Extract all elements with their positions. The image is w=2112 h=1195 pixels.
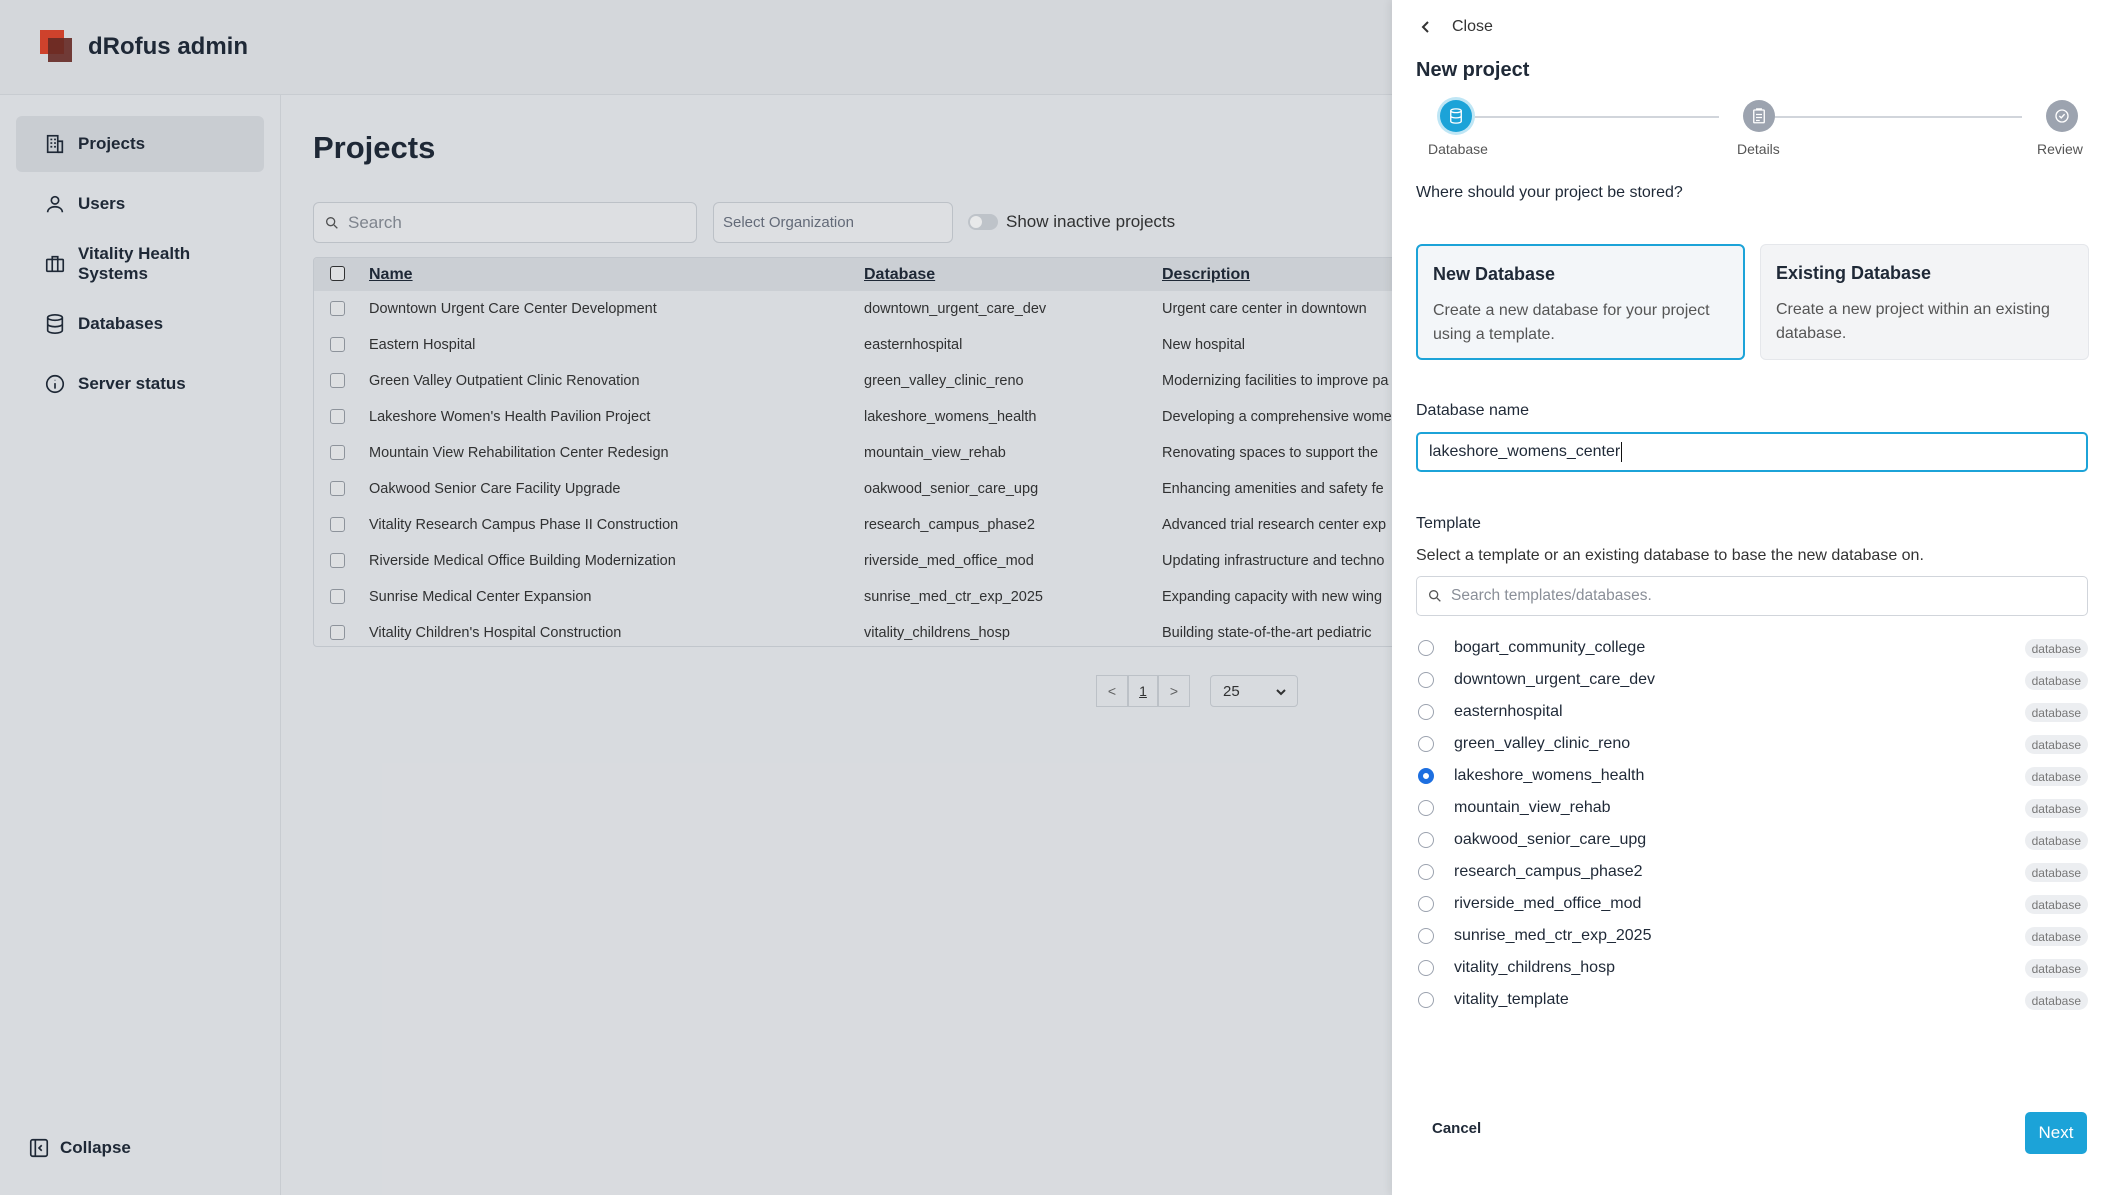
template-name: bogart_community_college [1454, 639, 1646, 656]
template-type-badge: database [2024, 959, 2088, 978]
template-name: riverside_med_office_mod [1454, 895, 1642, 912]
template-option[interactable]: research_campus_phase2 database [1416, 856, 2088, 888]
close-button[interactable]: Close [1418, 18, 1493, 36]
template-type-badge: database [2024, 671, 2088, 690]
template-radio[interactable] [1418, 640, 1434, 656]
template-type-badge: database [2024, 863, 2088, 882]
template-search-input[interactable] [1451, 587, 2051, 605]
step-details [1743, 100, 1775, 132]
template-name: vitality_childrens_hosp [1454, 959, 1615, 976]
clipboard-icon [1753, 108, 1765, 124]
template-type-badge: database [2024, 895, 2088, 914]
template-radio[interactable] [1418, 736, 1434, 752]
next-button[interactable]: Next [2025, 1112, 2087, 1154]
template-type-badge: database [2024, 991, 2088, 1010]
option-description: Create a new project within an existing … [1776, 301, 2050, 342]
new-database-option[interactable]: New Database Create a new database for y… [1416, 244, 1745, 360]
template-radio[interactable] [1418, 704, 1434, 720]
template-list: bogart_community_college database downtown… [1416, 632, 2088, 1016]
template-radio[interactable] [1418, 992, 1434, 1008]
database-name-value: lakeshore_womens_center [1429, 443, 1621, 460]
template-option[interactable]: downtown_urgent_care_dev database [1416, 664, 2088, 696]
template-name: easternhospital [1454, 703, 1563, 720]
existing-database-option[interactable]: Existing Database Create a new project w… [1760, 244, 2089, 360]
database-name-input[interactable]: lakeshore_womens_center [1416, 432, 2088, 472]
template-option[interactable]: easternhospital database [1416, 696, 2088, 728]
template-option[interactable]: bogart_community_college database [1416, 632, 2088, 664]
template-type-badge: database [2024, 767, 2088, 786]
template-search-box[interactable] [1416, 576, 2088, 616]
template-radio[interactable] [1418, 800, 1434, 816]
template-type-badge: database [2024, 703, 2088, 722]
step-label: Details [1737, 141, 1780, 157]
template-option[interactable]: sunrise_med_ctr_exp_2025 database [1416, 920, 2088, 952]
template-option[interactable]: oakwood_senior_care_upg database [1416, 824, 2088, 856]
template-option[interactable]: lakeshore_womens_health database [1416, 760, 2088, 792]
template-help-text: Select a template or an existing databas… [1416, 547, 1924, 564]
option-title: New Database [1433, 264, 1556, 284]
template-name: green_valley_clinic_reno [1454, 735, 1631, 752]
template-type-badge: database [2024, 831, 2088, 850]
step-database [1440, 100, 1472, 132]
template-label: Template [1416, 515, 1481, 532]
step-label: Review [2037, 141, 2083, 157]
template-type-badge: database [2024, 927, 2088, 946]
drawer-title: New project [1416, 59, 1530, 81]
stepper: Database Details Review [1416, 96, 2088, 160]
storage-question: Where should your project be stored? [1416, 184, 1683, 201]
template-name: oakwood_senior_care_upg [1454, 831, 1647, 848]
template-type-badge: database [2024, 735, 2088, 754]
template-radio[interactable] [1418, 864, 1434, 880]
chevron-left-icon [1421, 21, 1429, 33]
step-label: Database [1428, 141, 1488, 157]
template-option[interactable]: green_valley_clinic_reno database [1416, 728, 2088, 760]
option-title: Existing Database [1776, 263, 1932, 283]
modal-backdrop[interactable] [0, 0, 1392, 1195]
template-name: research_campus_phase2 [1454, 863, 1643, 880]
database-icon [1450, 108, 1462, 124]
close-label: Close [1452, 18, 1493, 35]
template-type-badge: database [2024, 799, 2088, 818]
new-project-drawer: Close New project Database Details Revie… [1392, 0, 2112, 1195]
text-caret [1621, 442, 1623, 462]
cancel-button[interactable]: Cancel [1432, 1120, 1481, 1137]
template-option[interactable]: riverside_med_office_mod database [1416, 888, 2088, 920]
step-review [2046, 100, 2078, 132]
template-option[interactable]: vitality_childrens_hosp database [1416, 952, 2088, 984]
template-name: downtown_urgent_care_dev [1454, 671, 1656, 688]
template-radio[interactable] [1418, 928, 1434, 944]
template-radio[interactable] [1418, 960, 1434, 976]
template-radio[interactable] [1418, 832, 1434, 848]
template-option[interactable]: mountain_view_rehab database [1416, 792, 2088, 824]
template-radio[interactable] [1418, 768, 1434, 784]
template-option[interactable]: vitality_template database [1416, 984, 2088, 1016]
option-description: Create a new database for your project u… [1433, 302, 1710, 343]
template-radio[interactable] [1418, 896, 1434, 912]
stepper-line [1464, 116, 1719, 118]
template-name: lakeshore_womens_health [1454, 767, 1645, 784]
template-type-badge: database [2024, 639, 2088, 658]
template-radio[interactable] [1418, 672, 1434, 688]
check-circle-icon [2055, 109, 2069, 123]
stepper-line [1767, 116, 2022, 118]
template-name: sunrise_med_ctr_exp_2025 [1454, 927, 1652, 944]
database-name-label: Database name [1416, 402, 1529, 419]
template-name: vitality_template [1454, 991, 1569, 1008]
search-icon [1429, 590, 1441, 602]
template-name: mountain_view_rehab [1454, 799, 1611, 816]
